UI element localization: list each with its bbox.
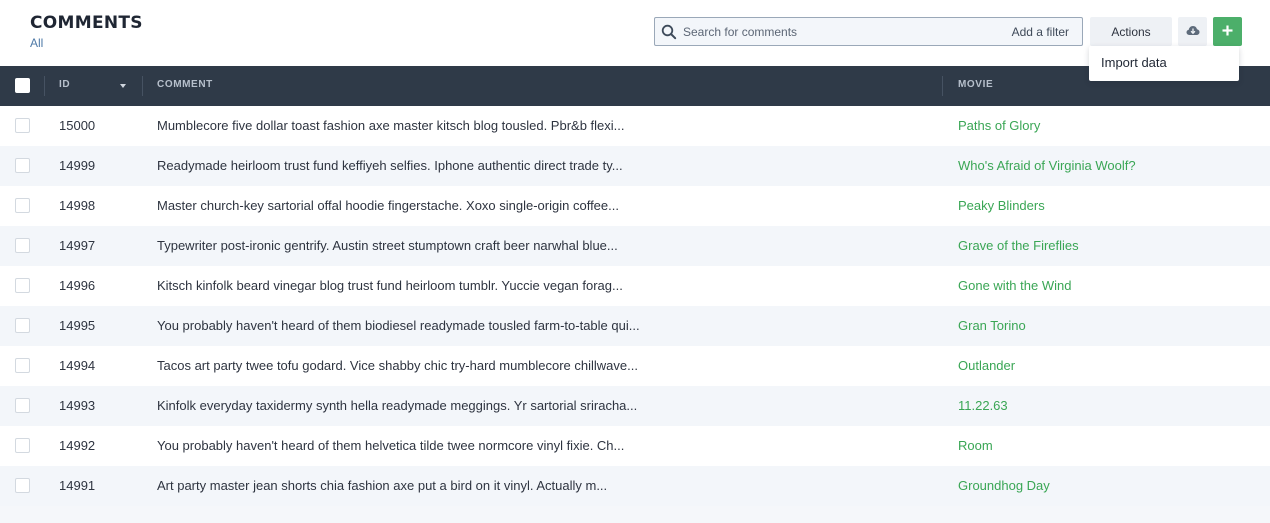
column-header-id[interactable]: ID (59, 79, 70, 90)
search-input[interactable] (683, 22, 993, 42)
search-icon (661, 24, 677, 40)
top-bar: COMMENTS All Add a filter Actions (0, 0, 1270, 66)
table-row[interactable]: 14999 Readymade heirloom trust fund keff… (0, 146, 1270, 186)
cell-id: 14992 (59, 438, 96, 453)
cell-comment: Master church-key sartorial offal hoodie… (157, 198, 619, 213)
add-filter-link[interactable]: Add a filter (1012, 25, 1069, 39)
cell-comment: Kinfolk everyday taxidermy synth hella r… (157, 398, 638, 413)
table-row[interactable]: 15000 Mumblecore five dollar toast fashi… (0, 106, 1270, 146)
cell-id: 14998 (59, 198, 96, 213)
row-checkbox[interactable] (15, 118, 30, 133)
table-header: ID COMMENT MOVIE (0, 66, 1270, 106)
row-checkbox[interactable] (15, 438, 30, 453)
cell-id: 14996 (59, 278, 96, 293)
row-checkbox[interactable] (15, 398, 30, 413)
row-checkbox[interactable] (15, 478, 30, 493)
row-checkbox[interactable] (15, 318, 30, 333)
page-title: COMMENTS (30, 13, 143, 33)
cell-id: 14994 (59, 358, 96, 373)
table-row[interactable]: 14997 Typewriter post-ironic gentrify. A… (0, 226, 1270, 266)
cell-id: 14999 (59, 158, 96, 173)
cell-movie-link[interactable]: 11.22.63 (958, 398, 1008, 413)
cell-comment: You probably haven't heard of them biodi… (157, 318, 640, 333)
table-row[interactable]: 14995 You probably haven't heard of them… (0, 306, 1270, 346)
row-checkbox[interactable] (15, 198, 30, 213)
import-data-menu-item[interactable]: Import data (1101, 55, 1167, 70)
cell-comment: Typewriter post-ironic gentrify. Austin … (157, 238, 618, 253)
table-body: 15000 Mumblecore five dollar toast fashi… (0, 106, 1270, 506)
cell-comment: Kitsch kinfolk beard vinegar blog trust … (157, 278, 623, 293)
cell-id: 14997 (59, 238, 96, 253)
cell-comment: Mumblecore five dollar toast fashion axe… (157, 118, 625, 133)
select-all-checkbox[interactable] (15, 78, 30, 93)
cell-id: 14993 (59, 398, 96, 413)
table-row[interactable]: 14991 Art party master jean shorts chia … (0, 466, 1270, 506)
cloud-download-icon (1186, 23, 1200, 41)
row-checkbox[interactable] (15, 278, 30, 293)
cell-id: 15000 (59, 118, 96, 133)
table-row[interactable]: 14994 Tacos art party twee tofu godard. … (0, 346, 1270, 386)
actions-button[interactable]: Actions (1090, 17, 1172, 46)
cell-comment: Readymade heirloom trust fund keffiyeh s… (157, 158, 623, 173)
view-filter-label[interactable]: All (30, 36, 43, 50)
table-row[interactable]: 14993 Kinfolk everyday taxidermy synth h… (0, 386, 1270, 426)
column-divider (44, 76, 45, 96)
column-divider (142, 76, 143, 96)
cell-comment: You probably haven't heard of them helve… (157, 438, 625, 453)
row-checkbox[interactable] (15, 238, 30, 253)
cell-comment: Art party master jean shorts chia fashio… (157, 478, 608, 493)
search-box: Add a filter (654, 17, 1083, 46)
cell-movie-link[interactable]: Grave of the Fireflies (958, 238, 1079, 253)
cloud-download-button[interactable] (1178, 17, 1207, 46)
add-comment-button[interactable] (1213, 17, 1242, 46)
table-row[interactable]: 14992 You probably haven't heard of them… (0, 426, 1270, 466)
table-row[interactable]: 14998 Master church-key sartorial offal … (0, 186, 1270, 226)
cell-movie-link[interactable]: Who's Afraid of Virginia Woolf? (958, 158, 1136, 173)
cell-movie-link[interactable]: Groundhog Day (958, 478, 1050, 493)
cell-movie-link[interactable]: Gone with the Wind (958, 278, 1071, 293)
cell-movie-link[interactable]: Outlander (958, 358, 1015, 373)
table-row[interactable]: 14996 Kitsch kinfolk beard vinegar blog … (0, 266, 1270, 306)
row-checkbox[interactable] (15, 158, 30, 173)
row-checkbox[interactable] (15, 358, 30, 373)
cell-movie-link[interactable]: Paths of Glory (958, 118, 1040, 133)
column-header-movie[interactable]: MOVIE (958, 79, 993, 90)
cell-movie-link[interactable]: Gran Torino (958, 318, 1026, 333)
column-divider (942, 76, 943, 96)
cell-movie-link[interactable]: Room (958, 438, 993, 453)
cell-id: 14991 (59, 478, 96, 493)
column-header-comment[interactable]: COMMENT (157, 79, 213, 90)
cell-id: 14995 (59, 318, 96, 333)
actions-dropdown-menu: Import data (1089, 46, 1239, 81)
cell-movie-link[interactable]: Peaky Blinders (958, 198, 1045, 213)
cell-comment: Tacos art party twee tofu godard. Vice s… (157, 358, 638, 373)
plus-icon (1222, 23, 1233, 41)
sort-caret-icon[interactable] (120, 84, 126, 88)
